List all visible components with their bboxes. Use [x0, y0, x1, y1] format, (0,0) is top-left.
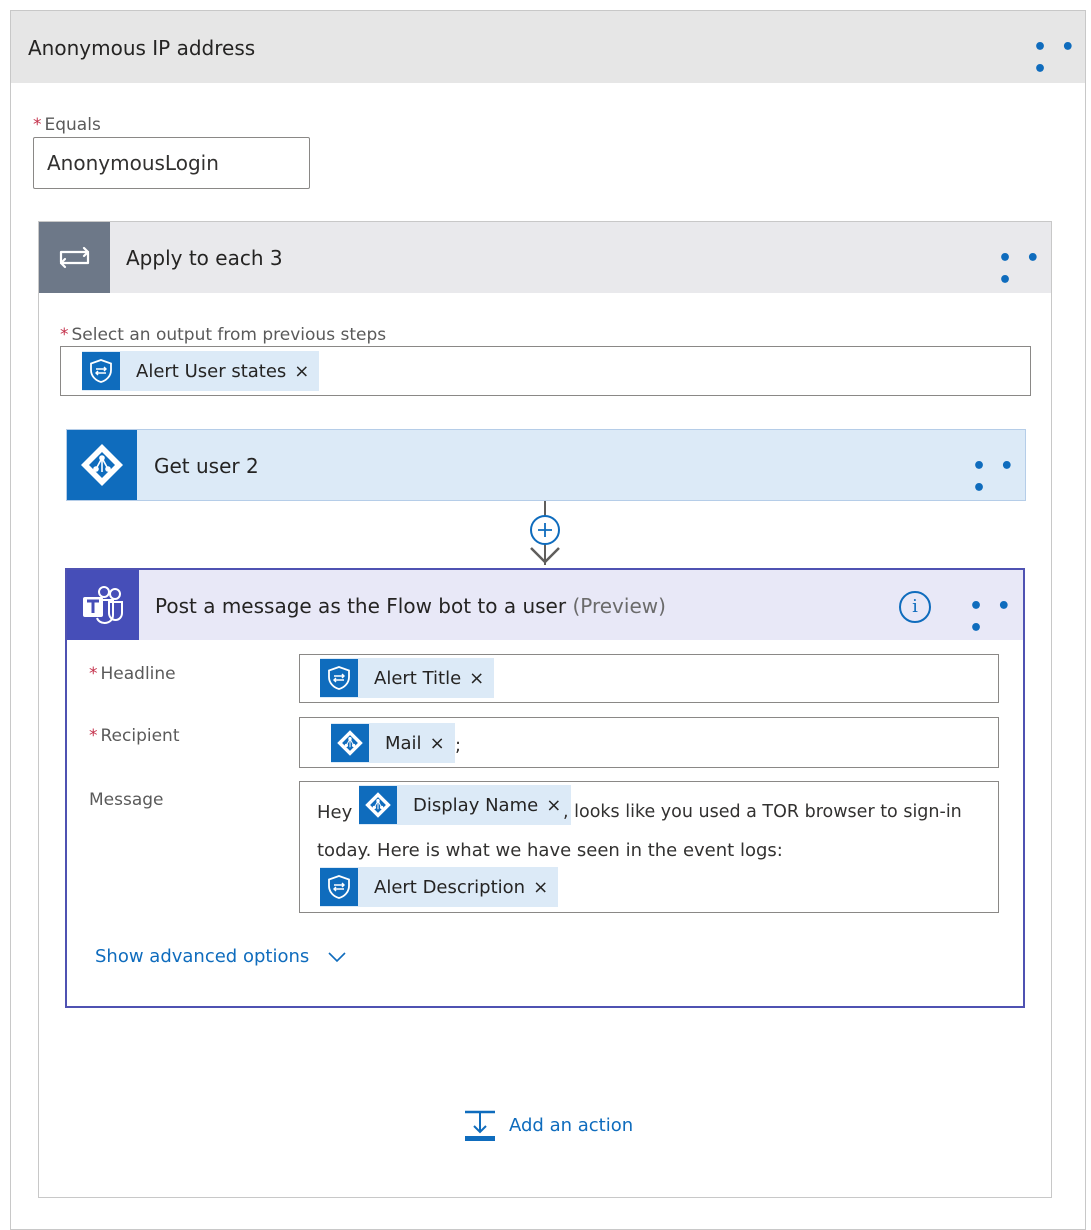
token-display-name[interactable]: Display Name ×	[359, 785, 572, 825]
get-user-more-options-button[interactable]: • • •	[972, 456, 1025, 500]
get-user-card[interactable]: Get user 2 • • •	[66, 429, 1026, 501]
recipient-label-text: Recipient	[100, 726, 180, 746]
loop-icon	[39, 222, 110, 293]
equals-input[interactable]: AnonymousLogin	[33, 137, 310, 189]
show-advanced-options-link[interactable]: Show advanced options	[95, 946, 347, 967]
plus-icon	[538, 523, 552, 537]
condition-card: Anonymous IP address • • • * Equals Anony…	[10, 10, 1086, 1230]
token-label: Alert Title	[374, 667, 462, 689]
token-label: Display Name	[413, 794, 539, 816]
select-output-label-text: Select an output from previous steps	[71, 325, 387, 345]
headline-label-text: Headline	[100, 664, 176, 684]
required-mark: *	[33, 115, 42, 135]
token-label: Alert User states	[136, 360, 287, 382]
token-label: Alert Description	[374, 876, 526, 898]
post-message-title-text: Post a message as the Flow bot to a user	[155, 594, 567, 618]
recipient-separator: ;	[455, 735, 462, 756]
headline-label: * Headline	[89, 664, 176, 684]
azure-ad-icon	[359, 786, 397, 824]
token-alert-user-states[interactable]: Alert User states ×	[82, 351, 320, 391]
arrow-down-icon	[530, 547, 560, 564]
select-output-field[interactable]: Alert User states ×	[60, 346, 1031, 396]
headline-field[interactable]: Alert Title ×	[299, 654, 999, 703]
security-shield-icon	[82, 352, 120, 390]
insert-step-button[interactable]	[530, 515, 560, 545]
add-an-action-label: Add an action	[509, 1114, 634, 1136]
add-an-action-button[interactable]: Add an action	[463, 1108, 633, 1142]
message-label: Message	[89, 790, 164, 810]
required-mark: *	[89, 726, 98, 746]
teams-icon	[67, 570, 139, 640]
recipient-field[interactable]: Mail × ;	[299, 717, 999, 768]
post-message-header[interactable]: Post a message as the Flow bot to a user…	[67, 570, 1023, 640]
equals-label: * Equals	[33, 115, 101, 135]
info-icon[interactable]: i	[899, 591, 931, 623]
message-line1-rest: , looks like you used a TOR browser to s…	[563, 802, 962, 822]
apply-to-each-more-options-button[interactable]: • • •	[998, 248, 1051, 292]
required-mark: *	[89, 664, 98, 684]
security-shield-icon	[320, 868, 358, 906]
remove-token-button[interactable]: ×	[533, 877, 558, 898]
apply-to-each-title: Apply to each 3	[126, 246, 283, 270]
message-field[interactable]: Hey Display Name × , looks like you used…	[299, 781, 999, 913]
token-label: Mail	[385, 732, 422, 754]
token-alert-description[interactable]: Alert Description ×	[320, 867, 559, 907]
condition-title: Anonymous IP address	[28, 36, 256, 60]
condition-header[interactable]: Anonymous IP address • • •	[11, 11, 1085, 83]
remove-token-button[interactable]: ×	[294, 361, 319, 382]
message-prefix: Hey	[317, 802, 353, 823]
remove-token-button[interactable]: ×	[469, 668, 494, 689]
get-user-title: Get user 2	[154, 454, 259, 478]
token-mail[interactable]: Mail ×	[331, 723, 455, 763]
condition-more-options-button[interactable]: • • •	[1033, 37, 1085, 81]
security-shield-icon	[320, 659, 358, 697]
apply-to-each-header[interactable]: Apply to each 3 • • •	[39, 222, 1051, 293]
recipient-label: * Recipient	[89, 726, 180, 746]
preview-tag: (Preview)	[572, 594, 666, 618]
add-action-icon	[465, 1110, 495, 1141]
azure-ad-icon	[67, 430, 137, 500]
remove-token-button[interactable]: ×	[430, 733, 455, 754]
select-output-label: * Select an output from previous steps	[60, 325, 386, 345]
token-alert-title[interactable]: Alert Title ×	[320, 658, 495, 698]
equals-label-text: Equals	[44, 115, 101, 135]
post-message-more-options-button[interactable]: • • •	[969, 596, 1023, 640]
azure-ad-icon	[331, 724, 369, 762]
post-message-card: Post a message as the Flow bot to a user…	[65, 568, 1025, 1008]
apply-to-each-card: Apply to each 3 • • • * Select an output …	[38, 221, 1052, 1198]
show-advanced-options-label: Show advanced options	[95, 946, 310, 967]
post-message-title: Post a message as the Flow bot to a user…	[155, 594, 666, 618]
chevron-down-icon	[328, 952, 346, 963]
message-line2: today. Here is what we have seen in the …	[317, 840, 783, 861]
required-mark: *	[60, 325, 69, 345]
